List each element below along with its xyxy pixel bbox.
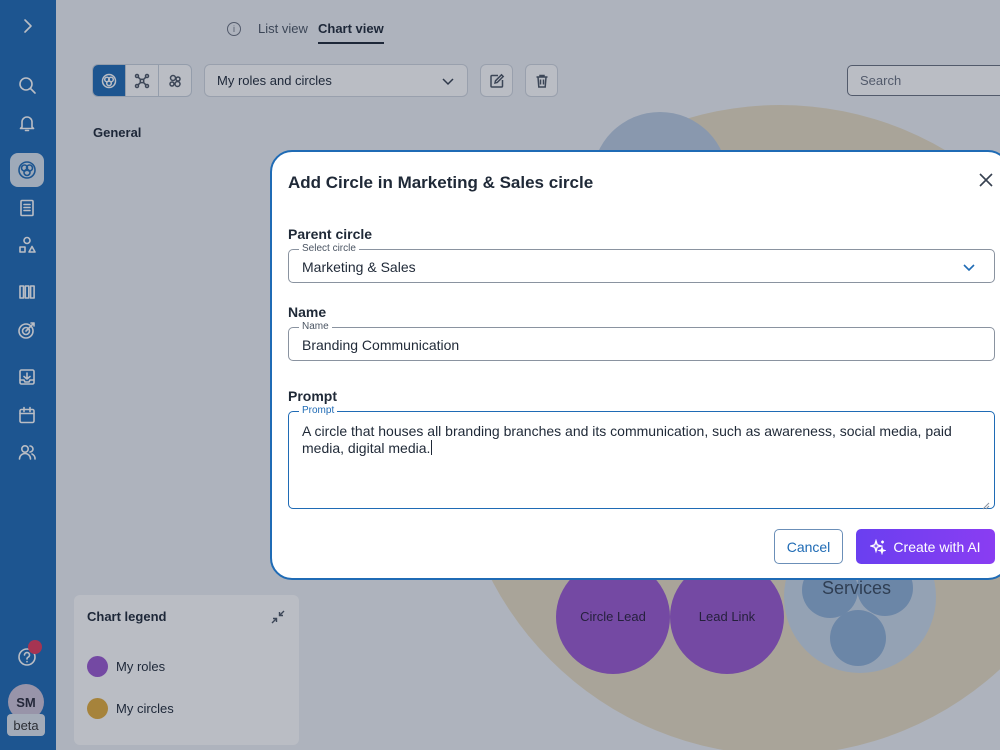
prompt-textarea[interactable]: Prompt A circle that houses all branding… bbox=[288, 405, 995, 510]
name-heading: Name bbox=[288, 304, 327, 320]
prompt-value: A circle that houses all branding branch… bbox=[302, 423, 952, 456]
text-caret bbox=[431, 440, 433, 455]
resize-handle-icon[interactable] bbox=[982, 497, 990, 510]
dialog-title: Add Circle in Marketing & Sales circle bbox=[288, 173, 594, 192]
chevron-down-icon bbox=[962, 260, 976, 274]
create-with-ai-label: Create with AI bbox=[893, 538, 981, 555]
close-icon[interactable] bbox=[976, 170, 996, 190]
prompt-text-wrap: A circle that houses all branding branch… bbox=[302, 423, 982, 457]
create-with-ai-button[interactable]: Create with AI bbox=[856, 529, 995, 564]
cancel-button[interactable]: Cancel bbox=[774, 529, 843, 564]
name-field[interactable]: Name Branding Communication bbox=[288, 321, 995, 361]
name-value: Branding Communication bbox=[302, 337, 460, 353]
sparkles-icon bbox=[870, 538, 887, 555]
parent-circle-heading: Parent circle bbox=[288, 226, 373, 242]
prompt-heading: Prompt bbox=[288, 388, 337, 404]
prompt-float-label: Prompt bbox=[299, 405, 338, 417]
parent-circle-select[interactable]: Select circle Marketing & Sales bbox=[288, 243, 995, 283]
name-float-label: Name bbox=[299, 321, 332, 333]
add-circle-dialog: Add Circle in Marketing & Sales circle P… bbox=[270, 150, 1000, 580]
select-circle-label: Select circle bbox=[299, 243, 359, 255]
parent-circle-value: Marketing & Sales bbox=[302, 259, 416, 275]
